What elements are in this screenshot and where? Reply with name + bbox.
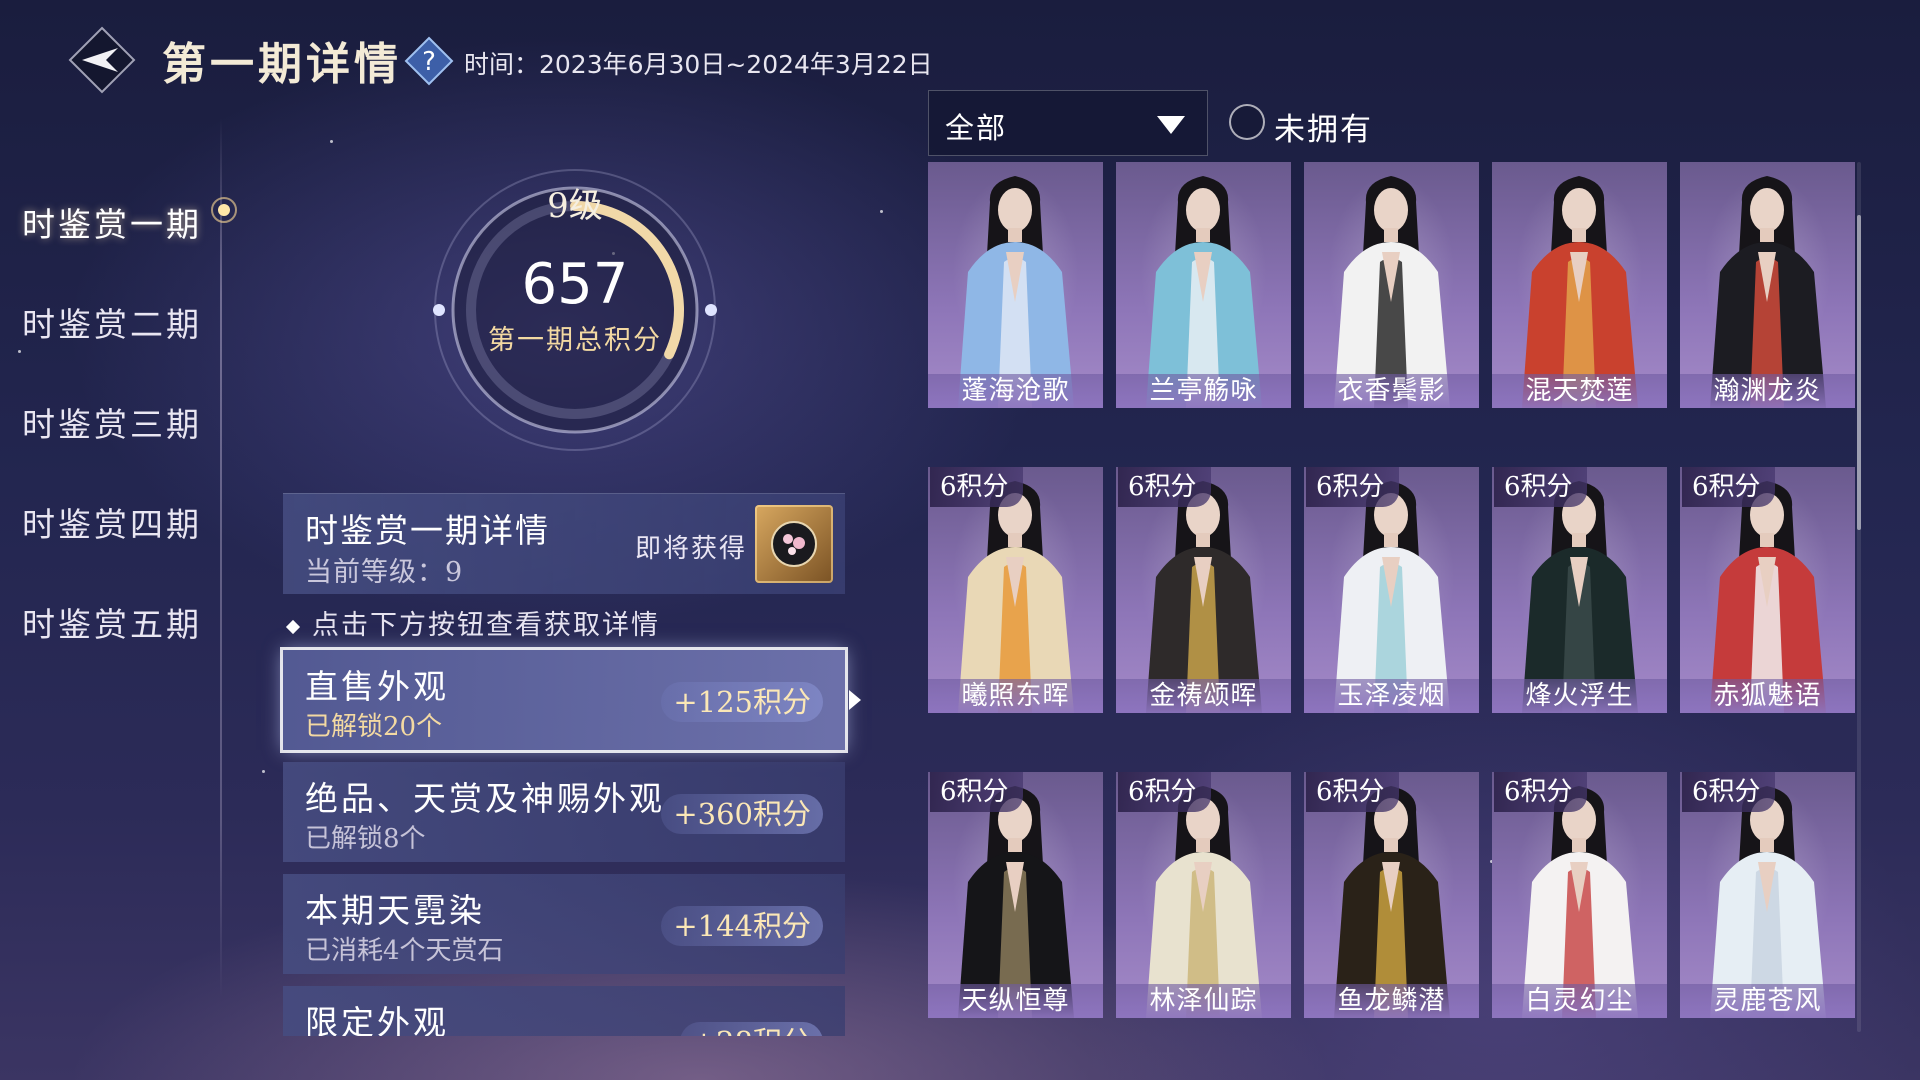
period-time: 时间：2023年6月30日~2024年3月22日 (464, 50, 933, 79)
total-score-caption: 第一期总积分 (488, 325, 662, 356)
active-marker-icon (210, 196, 238, 224)
level-text: 9级 (547, 186, 603, 226)
points-badge: 6积分 (1682, 467, 1775, 507)
sidebar-item-period-2[interactable]: 时鉴赏二期 (22, 298, 202, 346)
category-points: +360积分 (661, 794, 823, 834)
category-direct-sale[interactable]: 直售外观 已解锁20个 +125积分 (283, 650, 861, 750)
points-badge: 6积分 (1306, 467, 1399, 507)
appearance-name: 衣香鬓影 (1304, 374, 1479, 408)
points-badge: 6积分 (930, 467, 1023, 507)
sidebar-item-period-4[interactable]: 时鉴赏四期 (22, 498, 202, 546)
category-title: 本期天霓染 (305, 891, 485, 930)
points-badge: 6积分 (1494, 772, 1587, 812)
character-portrait-icon (1710, 176, 1826, 408)
category-title: 限定外观 (305, 1003, 449, 1036)
appearance-name: 鱼龙鳞潜 (1304, 984, 1479, 1018)
total-score: 657 (521, 252, 629, 317)
dropdown-caret-icon (1157, 116, 1185, 134)
category-points: +125积分 (661, 682, 823, 722)
category-title: 绝品、天赏及神赐外观 (305, 779, 665, 818)
category-premium[interactable]: 绝品、天赏及神赐外观 已解锁8个 +360积分 (283, 762, 845, 862)
svg-text:?: ? (422, 47, 436, 77)
points-badge: 6积分 (1306, 772, 1399, 812)
appearance-card[interactable]: 6积分烽火浮生 (1492, 467, 1667, 713)
character-portrait-icon (1146, 176, 1262, 408)
character-portrait-icon (1522, 176, 1638, 408)
appearance-card[interactable]: 6积分曦照东晖 (928, 467, 1103, 713)
appearance-card[interactable]: 混天焚莲 (1492, 162, 1667, 408)
appearance-card[interactable]: 6积分鱼龙鳞潜 (1304, 772, 1479, 1018)
appearance-card[interactable]: 6积分林泽仙踪 (1116, 772, 1291, 1018)
unowned-radio[interactable] (1229, 104, 1265, 140)
hint-text: 点击下方按钮查看获取详情 (285, 603, 660, 642)
reward-item-icon[interactable] (755, 505, 833, 583)
appearance-grid: 蓬海沧歌 兰亭觞咏 衣香鬓影 混天焚莲 瀚渊龙炎 6积分 曦照东晖 6积分 金祷颂晖 6积分 玉泽凌… (928, 162, 1858, 1032)
diamond-bullet-icon (285, 619, 301, 634)
appearance-card[interactable]: 瀚渊龙炎 (1680, 162, 1855, 408)
appearance-name: 混天焚莲 (1492, 374, 1667, 408)
character-portrait-icon (958, 176, 1074, 408)
appearance-card[interactable]: 衣香鬓影 (1304, 162, 1479, 408)
appearance-name: 烽火浮生 (1492, 679, 1667, 713)
appearance-card[interactable]: 6积分白灵幻尘 (1492, 772, 1667, 1018)
appearance-name: 曦照东晖 (928, 679, 1103, 713)
appearance-name: 天纵恒尊 (928, 984, 1103, 1018)
appearance-card[interactable]: 6积分灵鹿苍风 (1680, 772, 1855, 1018)
category-subtitle: 已解锁20个 (305, 712, 443, 742)
category-title: 直售外观 (305, 667, 449, 706)
sidebar-item-period-3[interactable]: 时鉴赏三期 (22, 398, 202, 446)
appearance-card[interactable]: 兰亭觞咏 (1116, 162, 1291, 408)
appearance-card[interactable]: 6积分天纵恒尊 (928, 772, 1103, 1018)
help-button[interactable]: ? (404, 36, 454, 86)
question-icon: ? (404, 36, 454, 86)
category-points: +144积分 (661, 906, 823, 946)
sidebar-item-period-5[interactable]: 时鉴赏五期 (22, 598, 202, 646)
appearance-card[interactable]: 6积分金祷颂晖 (1116, 467, 1291, 713)
appearance-name: 白灵幻尘 (1492, 984, 1667, 1018)
appearance-name: 蓬海沧歌 (928, 374, 1103, 408)
category-subtitle: 已消耗4个天赏石 (305, 936, 504, 966)
back-arrow-icon (68, 26, 136, 94)
points-badge: 6积分 (1494, 467, 1587, 507)
appearance-card[interactable]: 6积分赤狐魅语 (1680, 467, 1855, 713)
category-limited[interactable]: 限定外观 +28积分 (283, 986, 845, 1036)
points-badge: 6积分 (1118, 772, 1211, 812)
filter-dropdown[interactable]: 全部 (928, 90, 1208, 156)
selected-arrow-icon (849, 690, 861, 710)
category-subtitle: 已解锁8个 (305, 824, 426, 854)
sidebar-item-period-1[interactable]: 时鉴赏一期 (22, 198, 202, 246)
current-level: 当前等级：9 (305, 557, 464, 588)
soon-label: 即将获得 (635, 534, 748, 564)
page-title: 第一期详情 (162, 39, 402, 90)
appearance-name: 灵鹿苍风 (1680, 984, 1855, 1018)
character-portrait-icon (1334, 176, 1450, 408)
points-badge: 6积分 (1682, 772, 1775, 812)
period-detail-panel: 时鉴赏一期详情 当前等级：9 即将获得 (283, 493, 845, 594)
appearance-name: 瀚渊龙炎 (1680, 374, 1855, 408)
unowned-label[interactable]: 未拥有 (1274, 104, 1373, 149)
points-badge: 6积分 (930, 772, 1023, 812)
appearance-name: 玉泽凌烟 (1304, 679, 1479, 713)
points-badge: 6积分 (1118, 467, 1211, 507)
appearance-card[interactable]: 蓬海沧歌 (928, 162, 1103, 408)
appearance-name: 金祷颂晖 (1116, 679, 1291, 713)
category-dye[interactable]: 本期天霓染 已消耗4个天赏石 +144积分 (283, 874, 845, 974)
filter-selected: 全部 (945, 111, 1008, 145)
appearance-name: 林泽仙踪 (1116, 984, 1291, 1018)
hint-label: 点击下方按钮查看获取详情 (312, 610, 660, 641)
appearance-card[interactable]: 6积分玉泽凌烟 (1304, 467, 1479, 713)
detail-title: 时鉴赏一期详情 (305, 511, 550, 550)
sidebar-divider (220, 118, 222, 998)
appearance-name: 赤狐魅语 (1680, 679, 1855, 713)
category-points: +28积分 (679, 1022, 823, 1036)
appearance-name: 兰亭觞咏 (1116, 374, 1291, 408)
back-button[interactable] (68, 26, 136, 94)
